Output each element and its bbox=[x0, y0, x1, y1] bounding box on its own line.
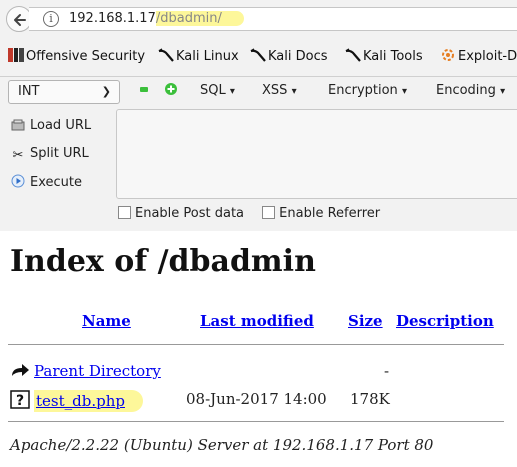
minus-icon[interactable] bbox=[140, 87, 148, 92]
bookmark-exploit-db[interactable]: Exploit-D bbox=[440, 48, 517, 64]
menu-sql[interactable]: SQL ▾ bbox=[200, 83, 235, 98]
back-arrow-icon bbox=[14, 14, 26, 26]
load-url-icon bbox=[10, 119, 26, 135]
bookmark-kali-linux[interactable]: Kali Linux bbox=[158, 48, 239, 64]
unknown-file-icon: ? bbox=[10, 390, 30, 409]
svg-text:?: ? bbox=[16, 393, 24, 409]
divider bbox=[8, 344, 504, 345]
kali-dragon-icon bbox=[250, 48, 266, 62]
chevron-down-icon: ▾ bbox=[291, 86, 297, 97]
scissors-icon: ✂ bbox=[12, 148, 24, 163]
file-last-modified: 08-Jun-2017 14:00 bbox=[186, 390, 327, 408]
file-highlight: test_db.php bbox=[34, 390, 143, 412]
table-row-file: ? test_db.php bbox=[10, 390, 143, 412]
bookmarks-toolbar: Offensive Security Kali Linux Kali Docs … bbox=[0, 42, 517, 72]
file-link-test-db[interactable]: test_db.php bbox=[36, 392, 125, 410]
play-icon bbox=[10, 174, 26, 192]
chevron-down-icon: ❯ bbox=[101, 85, 111, 98]
exploit-db-icon bbox=[442, 49, 454, 61]
chevron-down-icon: ▾ bbox=[401, 86, 407, 97]
bookmark-kali-tools[interactable]: Kali Tools bbox=[345, 48, 423, 64]
kali-dragon-icon bbox=[158, 48, 174, 62]
menu-encryption[interactable]: Encryption ▾ bbox=[328, 83, 407, 98]
back-folder-icon bbox=[12, 364, 29, 376]
column-header-description[interactable]: Description bbox=[396, 312, 494, 330]
url-text[interactable]: 192.168.1.17/dbadmin/ bbox=[69, 11, 244, 26]
hackbar-actions: Load URL ✂ Split URL Execute bbox=[0, 106, 116, 202]
load-url-button[interactable]: Load URL bbox=[10, 118, 91, 135]
hackbar-url-textarea[interactable] bbox=[116, 109, 517, 199]
info-icon[interactable]: i bbox=[43, 11, 59, 27]
split-url-button[interactable]: ✂ Split URL bbox=[10, 146, 89, 163]
url-field[interactable]: i 192.168.1.17/dbadmin/ bbox=[29, 7, 517, 31]
checkbox-icon[interactable] bbox=[262, 206, 276, 219]
server-signature: Apache/2.2.22 (Ubuntu) Server at 192.168… bbox=[10, 436, 434, 454]
checkbox-icon[interactable] bbox=[118, 206, 131, 219]
page-title: Index of /dbadmin bbox=[10, 244, 316, 279]
browser-chrome: i 192.168.1.17/dbadmin/ Offensive Securi… bbox=[0, 0, 517, 231]
menu-xss[interactable]: XSS ▾ bbox=[262, 83, 297, 98]
enable-post-data-checkbox[interactable]: Enable Post data bbox=[118, 206, 258, 221]
parent-size: - bbox=[384, 362, 390, 380]
column-header-size[interactable]: Size bbox=[348, 312, 383, 330]
hackbar-toolbar: INT ❯ SQL ▾ XSS ▾ Encryption ▾ Encoding … bbox=[0, 76, 517, 106]
file-size: 178K bbox=[350, 390, 390, 408]
divider bbox=[8, 421, 504, 422]
int-select-value: INT bbox=[18, 84, 40, 99]
enable-referrer-checkbox[interactable]: Enable Referrer bbox=[262, 206, 394, 221]
bookmark-offensive-security[interactable]: Offensive Security bbox=[8, 48, 145, 64]
navigation-bar: i 192.168.1.17/dbadmin/ bbox=[0, 0, 517, 38]
table-row-parent: Parent Directory bbox=[10, 362, 161, 380]
chevron-down-icon: ▾ bbox=[229, 86, 235, 97]
column-header-name[interactable]: Name bbox=[82, 312, 131, 330]
column-header-last-modified[interactable]: Last modified bbox=[200, 312, 314, 330]
bookmark-kali-docs[interactable]: Kali Docs bbox=[250, 48, 328, 64]
plus-icon[interactable] bbox=[164, 82, 178, 96]
hackbar-options: Enable Post data Enable Referrer bbox=[118, 206, 394, 221]
execute-button[interactable]: Execute bbox=[10, 174, 82, 192]
menu-encoding[interactable]: Encoding ▾ bbox=[436, 83, 505, 98]
kali-dragon-icon bbox=[345, 48, 361, 62]
offsec-logo-icon bbox=[8, 48, 24, 62]
chevron-down-icon: ▾ bbox=[500, 86, 506, 97]
parent-directory-link[interactable]: Parent Directory bbox=[34, 362, 161, 380]
int-select[interactable]: INT ❯ bbox=[8, 80, 120, 104]
